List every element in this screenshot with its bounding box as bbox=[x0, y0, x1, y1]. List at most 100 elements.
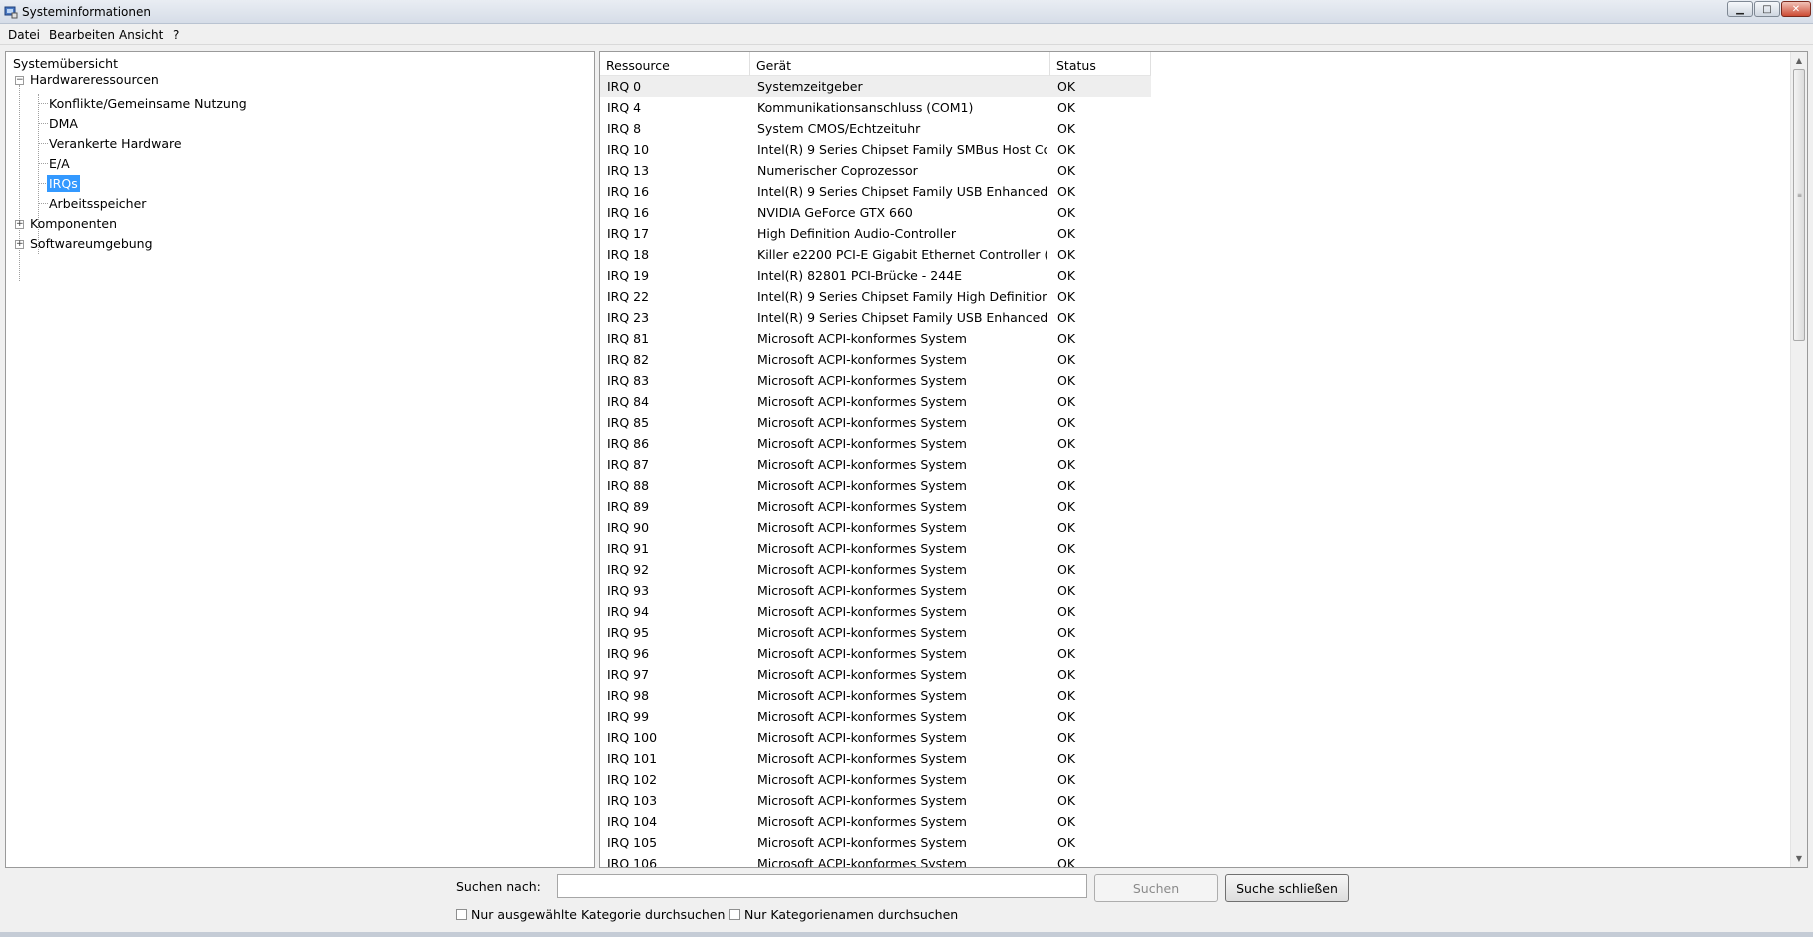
tree-item-label: Hardwareressourcen bbox=[30, 72, 159, 87]
menu-bearbeiten[interactable]: Bearbeiten bbox=[49, 28, 115, 42]
tree-item-verankerte-hardware[interactable]: Verankerte Hardware bbox=[47, 136, 184, 151]
cell-geraet: Microsoft ACPI-konformes System bbox=[757, 709, 967, 724]
close-search-button[interactable]: Suche schließen bbox=[1225, 874, 1349, 902]
cell-ressource: IRQ 102 bbox=[607, 772, 658, 787]
checkbox-box[interactable] bbox=[729, 909, 740, 920]
table-row[interactable]: IRQ 0 Systemzeitgeber OK bbox=[600, 76, 1151, 97]
tree-item-label: DMA bbox=[49, 116, 78, 131]
table-row[interactable]: IRQ 4 Kommunikationsanschluss (COM1) OK bbox=[600, 97, 1786, 118]
menu-datei[interactable]: Datei bbox=[8, 28, 40, 42]
minimize-button[interactable]: ▁ bbox=[1727, 1, 1753, 17]
menu-ansicht[interactable]: Ansicht bbox=[119, 28, 163, 42]
window-title: Systeminformationen bbox=[22, 5, 151, 19]
arrow-up-icon[interactable]: ▲ bbox=[1791, 52, 1807, 69]
checkbox-category-names[interactable]: Nur Kategorienamen durchsuchen bbox=[729, 907, 958, 922]
table-row[interactable]: IRQ 81 Microsoft ACPI-konformes System OK bbox=[600, 328, 1786, 349]
cell-status: OK bbox=[1057, 604, 1076, 619]
cell-geraet: Microsoft ACPI-konformes System bbox=[757, 772, 967, 787]
tree-item-systemuebersicht[interactable]: Systemübersicht bbox=[11, 56, 120, 71]
cell-status: OK bbox=[1057, 289, 1076, 304]
cell-status: OK bbox=[1057, 793, 1076, 808]
maximize-button[interactable]: □ bbox=[1754, 1, 1780, 17]
cell-status: OK bbox=[1057, 520, 1076, 535]
table-row[interactable]: IRQ 103 Microsoft ACPI-konformes System OK bbox=[600, 790, 1786, 811]
search-button[interactable]: Suchen bbox=[1094, 874, 1218, 902]
table-row[interactable]: IRQ 95 Microsoft ACPI-konformes System OK bbox=[600, 622, 1786, 643]
column-header-geraet[interactable]: Gerät bbox=[750, 52, 1050, 76]
table-row[interactable]: IRQ 83 Microsoft ACPI-konformes System OK bbox=[600, 370, 1786, 391]
cell-geraet: Microsoft ACPI-konformes System bbox=[757, 667, 967, 682]
menu-help[interactable]: ? bbox=[173, 28, 179, 42]
table-row[interactable]: IRQ 99 Microsoft ACPI-konformes System OK bbox=[600, 706, 1786, 727]
table-row[interactable]: IRQ 85 Microsoft ACPI-konformes System OK bbox=[600, 412, 1786, 433]
tree-item-hardwareressourcen[interactable]: Hardwareressourcen bbox=[28, 72, 161, 87]
tree-item-konflikte[interactable]: Konflikte/Gemeinsame Nutzung bbox=[47, 96, 249, 111]
table-row[interactable]: IRQ 97 Microsoft ACPI-konformes System OK bbox=[600, 664, 1786, 685]
table-row[interactable]: IRQ 96 Microsoft ACPI-konformes System OK bbox=[600, 643, 1786, 664]
table-row[interactable]: IRQ 18 Killer e2200 PCI-E Gigabit Etherne… bbox=[600, 244, 1786, 265]
table-row[interactable]: IRQ 98 Microsoft ACPI-konformes System OK bbox=[600, 685, 1786, 706]
checkbox-selected-category[interactable]: Nur ausgewählte Kategorie durchsuchen bbox=[456, 907, 725, 922]
scroll-thumb[interactable]: ≡ bbox=[1793, 69, 1805, 341]
table-row[interactable]: IRQ 87 Microsoft ACPI-konformes System OK bbox=[600, 454, 1786, 475]
close-icon: ✕ bbox=[1791, 3, 1801, 15]
table-row[interactable]: IRQ 90 Microsoft ACPI-konformes System OK bbox=[600, 517, 1786, 538]
tree-item-irqs[interactable]: IRQs bbox=[47, 175, 80, 192]
table-row[interactable]: IRQ 89 Microsoft ACPI-konformes System OK bbox=[600, 496, 1786, 517]
cell-geraet: Microsoft ACPI-konformes System bbox=[757, 457, 967, 472]
table-row[interactable]: IRQ 23 Intel(R) 9 Series Chipset Family U… bbox=[600, 307, 1786, 328]
arrow-down-icon[interactable]: ▼ bbox=[1791, 850, 1807, 867]
table-row[interactable]: IRQ 82 Microsoft ACPI-konformes System OK bbox=[600, 349, 1786, 370]
close-button[interactable]: ✕ bbox=[1781, 1, 1811, 17]
table-row[interactable]: IRQ 91 Microsoft ACPI-konformes System OK bbox=[600, 538, 1786, 559]
table-row[interactable]: IRQ 92 Microsoft ACPI-konformes System OK bbox=[600, 559, 1786, 580]
cell-status: OK bbox=[1057, 268, 1076, 283]
tree-item-softwareumgebung[interactable]: Softwareumgebung bbox=[28, 236, 155, 251]
table-row[interactable]: IRQ 19 Intel(R) 82801 PCI-Brücke - 244E OK bbox=[600, 265, 1786, 286]
table-row[interactable]: IRQ 105 Microsoft ACPI-konformes System OK bbox=[600, 832, 1786, 853]
table-row[interactable]: IRQ 106 Microsoft ACPI-konformes System OK bbox=[600, 853, 1786, 867]
cell-ressource: IRQ 100 bbox=[607, 730, 658, 745]
tree-item-arbeitsspeicher[interactable]: Arbeitsspeicher bbox=[47, 196, 148, 211]
tree-item-label: Arbeitsspeicher bbox=[49, 196, 147, 211]
table-row[interactable]: IRQ 94 Microsoft ACPI-konformes System OK bbox=[600, 601, 1786, 622]
cell-status: OK bbox=[1057, 121, 1076, 136]
cell-geraet: Microsoft ACPI-konformes System bbox=[757, 646, 967, 661]
cell-status: OK bbox=[1057, 100, 1076, 115]
table-row[interactable]: IRQ 17 High Definition Audio-Controller OK bbox=[600, 223, 1786, 244]
column-header-ressource[interactable]: Ressource bbox=[600, 52, 750, 76]
table-row[interactable]: IRQ 22 Intel(R) 9 Series Chipset Family H… bbox=[600, 286, 1786, 307]
expand-toggle-softwareumgebung[interactable]: + bbox=[15, 240, 24, 249]
checkbox-box[interactable] bbox=[456, 909, 467, 920]
search-input[interactable] bbox=[557, 874, 1087, 898]
cell-geraet: Intel(R) 9 Series Chipset Family USB Enh… bbox=[757, 310, 1047, 325]
table-row[interactable]: IRQ 16 Intel(R) 9 Series Chipset Family U… bbox=[600, 181, 1786, 202]
column-header-status[interactable]: Status bbox=[1050, 52, 1151, 76]
table-row[interactable]: IRQ 102 Microsoft ACPI-konformes System OK bbox=[600, 769, 1786, 790]
table-row[interactable]: IRQ 16 NVIDIA GeForce GTX 660 OK bbox=[600, 202, 1786, 223]
vertical-scrollbar[interactable]: ▲ ≡ ▼ bbox=[1790, 52, 1807, 867]
table-row[interactable]: IRQ 100 Microsoft ACPI-konformes System OK bbox=[600, 727, 1786, 748]
expand-toggle-komponenten[interactable]: + bbox=[15, 220, 24, 229]
tree-item-ea[interactable]: E/A bbox=[47, 156, 72, 171]
table-row[interactable]: IRQ 84 Microsoft ACPI-konformes System OK bbox=[600, 391, 1786, 412]
tree-item-komponenten[interactable]: Komponenten bbox=[28, 216, 119, 231]
cell-ressource: IRQ 84 bbox=[607, 394, 650, 409]
cell-geraet: Intel(R) 9 Series Chipset Family USB Enh… bbox=[757, 184, 1047, 199]
table-row[interactable]: IRQ 10 Intel(R) 9 Series Chipset Family S… bbox=[600, 139, 1786, 160]
collapse-toggle-hardwareressourcen[interactable]: − bbox=[15, 76, 24, 85]
table-row[interactable]: IRQ 8 System CMOS/Echtzeituhr OK bbox=[600, 118, 1786, 139]
resource-list[interactable]: Ressource Gerät Status IRQ 0 Systemzeitge… bbox=[599, 51, 1808, 868]
table-row[interactable]: IRQ 88 Microsoft ACPI-konformes System OK bbox=[600, 475, 1786, 496]
category-tree[interactable]: Systemübersicht − Hardwareressourcen Kon… bbox=[5, 51, 595, 868]
cell-geraet: Systemzeitgeber bbox=[757, 79, 863, 94]
cell-ressource: IRQ 96 bbox=[607, 646, 650, 661]
tree-item-label: Komponenten bbox=[30, 216, 118, 231]
table-row[interactable]: IRQ 86 Microsoft ACPI-konformes System OK bbox=[600, 433, 1786, 454]
cell-geraet: Microsoft ACPI-konformes System bbox=[757, 730, 967, 745]
table-row[interactable]: IRQ 101 Microsoft ACPI-konformes System OK bbox=[600, 748, 1786, 769]
tree-item-dma[interactable]: DMA bbox=[47, 116, 80, 131]
table-row[interactable]: IRQ 93 Microsoft ACPI-konformes System OK bbox=[600, 580, 1786, 601]
table-row[interactable]: IRQ 13 Numerischer Coprozessor OK bbox=[600, 160, 1786, 181]
table-row[interactable]: IRQ 104 Microsoft ACPI-konformes System OK bbox=[600, 811, 1786, 832]
